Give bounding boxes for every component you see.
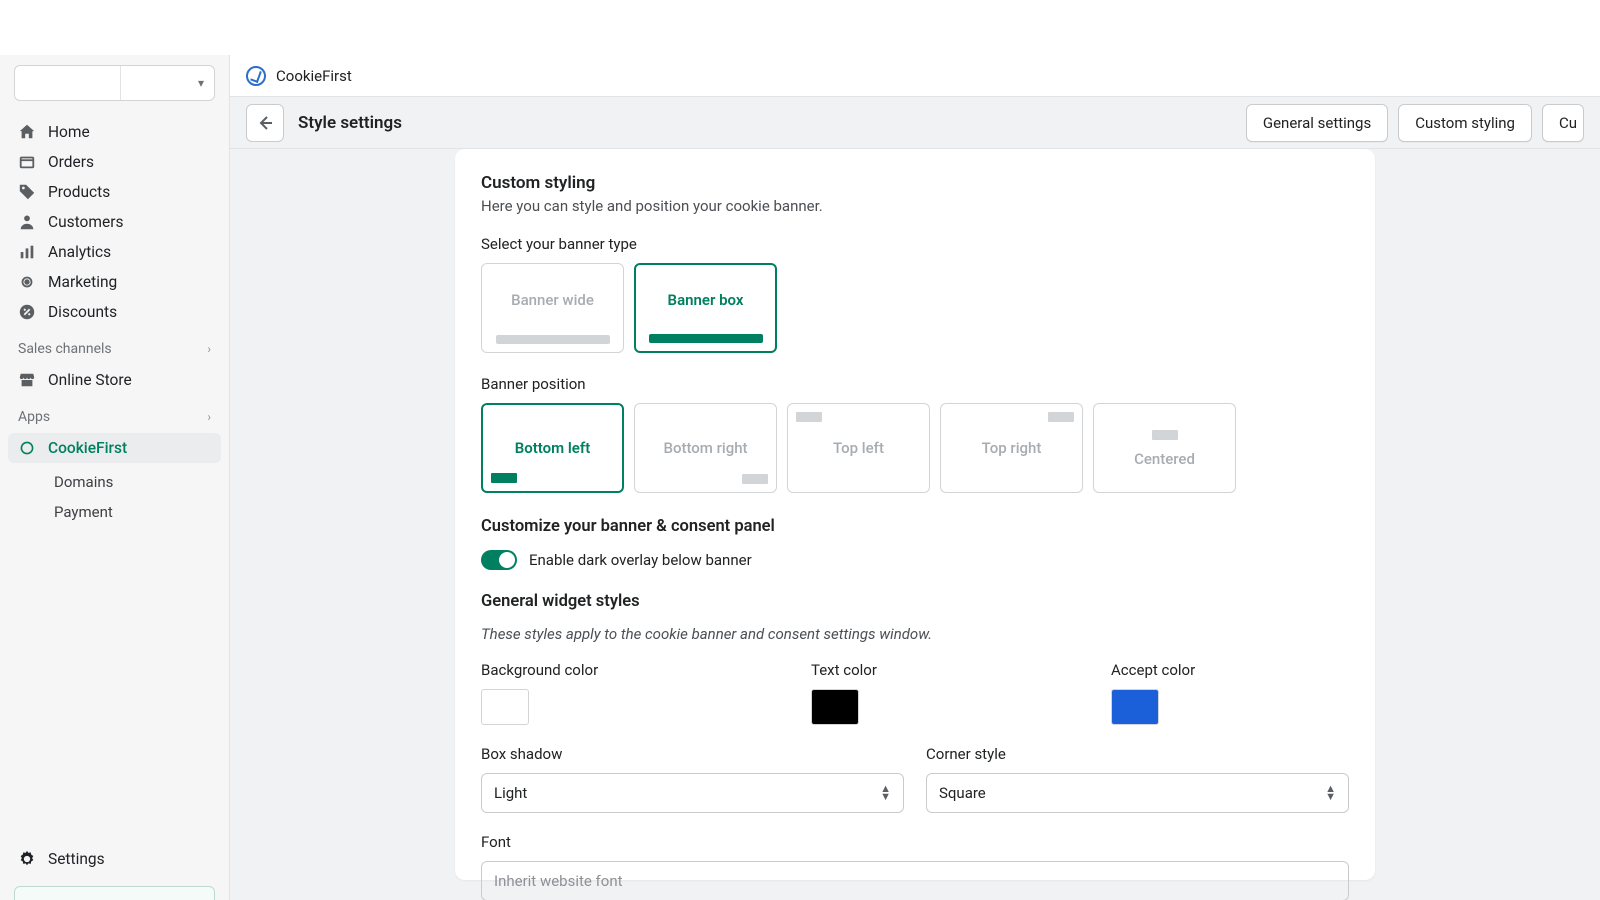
chart-icon: [18, 243, 36, 261]
sidebar-item-settings[interactable]: Settings: [0, 840, 229, 878]
sidebar-item-label: CookieFirst: [48, 439, 127, 457]
cookiefirst-logo-icon: [246, 66, 266, 86]
chevron-right-icon: ›: [207, 410, 211, 424]
text-color-swatch[interactable]: [811, 689, 859, 725]
sidebar-item-analytics[interactable]: Analytics: [8, 237, 221, 267]
app-name: CookieFirst: [276, 67, 352, 85]
chevron-down-icon: ▾: [198, 76, 204, 90]
position-bottom-left[interactable]: Bottom left: [481, 403, 624, 493]
bg-color-swatch[interactable]: [481, 689, 529, 725]
sidebar-item-label: Products: [48, 183, 110, 201]
accept-color-label: Accept color: [1111, 661, 1195, 679]
page-title: Style settings: [298, 113, 402, 133]
bg-color-label: Background color: [481, 661, 751, 679]
sidebar-subitem-domains[interactable]: Domains: [44, 467, 229, 497]
font-label: Font: [481, 833, 1349, 851]
position-top-left[interactable]: Top left: [787, 403, 930, 493]
sidebar-item-label: Discounts: [48, 303, 117, 321]
sidebar-item-label: Analytics: [48, 243, 111, 261]
custom-styling-button[interactable]: Custom styling: [1398, 104, 1532, 142]
sidebar-item-orders[interactable]: Orders: [8, 147, 221, 177]
sidebar-item-discounts[interactable]: Discounts: [8, 297, 221, 327]
position-top-right[interactable]: Top right: [940, 403, 1083, 493]
orders-icon: [18, 153, 36, 171]
sidebar-item-label: Online Store: [48, 371, 132, 389]
sidebar: ▾ Home Orders Products: [0, 55, 230, 900]
back-button[interactable]: [246, 104, 284, 142]
sidebar-item-customers[interactable]: Customers: [8, 207, 221, 237]
app-header: CookieFirst: [230, 55, 1600, 97]
chevron-right-icon: ›: [207, 342, 211, 356]
home-icon: [18, 123, 36, 141]
sales-channels-header[interactable]: Sales channels ›: [0, 331, 229, 361]
select-updown-icon: ▲▼: [1325, 785, 1336, 801]
tag-icon: [18, 183, 36, 201]
sidebar-subitem-payment[interactable]: Payment: [44, 497, 229, 527]
general-styles-sub: These styles apply to the cookie banner …: [481, 625, 1349, 643]
sidebar-item-label: Orders: [48, 153, 94, 171]
general-settings-button[interactable]: General settings: [1246, 104, 1388, 142]
main: CookieFirst Style settings General setti…: [230, 55, 1600, 900]
customize-heading: Customize your banner & consent panel: [481, 517, 1349, 536]
store-selector[interactable]: ▾: [14, 65, 215, 101]
sidebar-item-label: Home: [48, 123, 90, 141]
corner-style-select[interactable]: Square ▲▼: [926, 773, 1349, 813]
corner-style-label: Corner style: [926, 745, 1349, 763]
sidebar-bottom-panel: [14, 886, 215, 900]
box-shadow-select[interactable]: Light ▲▼: [481, 773, 904, 813]
discount-icon: [18, 303, 36, 321]
dark-overlay-label: Enable dark overlay below banner: [529, 551, 752, 569]
extra-button[interactable]: Cu: [1542, 104, 1584, 142]
sidebar-item-products[interactable]: Products: [8, 177, 221, 207]
apps-header[interactable]: Apps ›: [0, 399, 229, 429]
page-header: Style settings General settings Custom s…: [230, 97, 1600, 149]
dark-overlay-toggle[interactable]: [481, 550, 517, 570]
box-shadow-label: Box shadow: [481, 745, 904, 763]
store-icon: [18, 371, 36, 389]
arrow-left-icon: [255, 113, 275, 133]
sidebar-item-marketing[interactable]: Marketing: [8, 267, 221, 297]
megaphone-icon: [18, 273, 36, 291]
text-color-label: Text color: [811, 661, 1051, 679]
app-icon: [18, 439, 36, 457]
sidebar-item-home[interactable]: Home: [8, 117, 221, 147]
sidebar-item-label: Customers: [48, 213, 123, 231]
card-heading: Custom styling: [481, 173, 1349, 193]
position-bottom-right[interactable]: Bottom right: [634, 403, 777, 493]
sidebar-item-label: Marketing: [48, 273, 117, 291]
user-icon: [18, 213, 36, 231]
style-card: Custom styling Here you can style and po…: [455, 149, 1375, 880]
banner-type-label: Select your banner type: [481, 235, 1349, 253]
position-centered[interactable]: Centered: [1093, 403, 1236, 493]
banner-type-wide[interactable]: Banner wide: [481, 263, 624, 353]
gear-icon: [18, 850, 36, 868]
card-sub: Here you can style and position your coo…: [481, 197, 1349, 215]
banner-type-box[interactable]: Banner box: [634, 263, 777, 353]
select-updown-icon: ▲▼: [880, 785, 891, 801]
general-styles-heading: General widget styles: [481, 592, 1349, 611]
font-input[interactable]: Inherit website font: [481, 861, 1349, 900]
sidebar-item-cookiefirst[interactable]: CookieFirst: [8, 433, 221, 463]
accept-color-swatch[interactable]: [1111, 689, 1159, 725]
banner-position-label: Banner position: [481, 375, 1349, 393]
sidebar-item-online-store[interactable]: Online Store: [8, 365, 221, 395]
